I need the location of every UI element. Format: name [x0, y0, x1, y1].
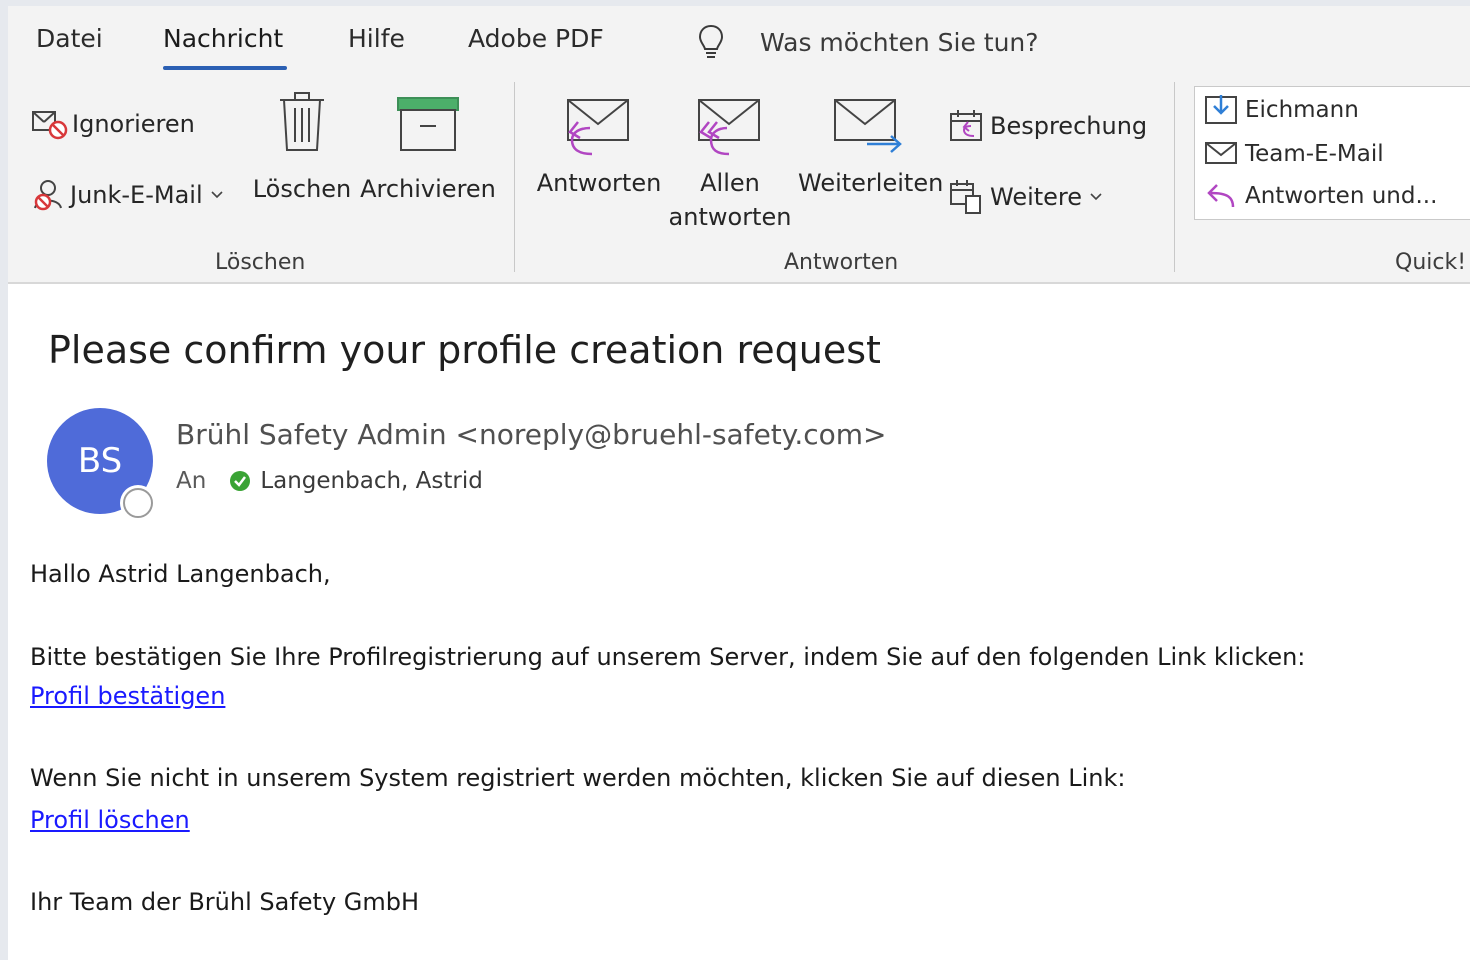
quick-step-team-mail[interactable]: Team-E-Mail	[1203, 137, 1384, 171]
chevron-down-icon	[211, 191, 223, 199]
delete-label: Löschen	[252, 175, 352, 203]
reply-all-label-line2: antworten	[668, 203, 792, 231]
ignore-label: Ignorieren	[72, 110, 195, 138]
confirm-profile-link[interactable]: Profil bestätigen	[30, 682, 225, 710]
presence-status-icon	[123, 488, 153, 518]
trash-icon	[280, 92, 324, 151]
group-label-respond: Antworten	[784, 250, 899, 275]
sender-address[interactable]: Brühl Safety Admin <noreply@bruehl-safet…	[176, 418, 887, 451]
move-to-folder-icon	[1205, 95, 1237, 124]
ignore-button[interactable]: Ignorieren	[30, 106, 195, 142]
outlook-message-window: Datei Nachricht Hilfe Adobe PDF Was möch…	[8, 6, 1470, 960]
junk-mail-label: Junk-E-Mail	[70, 181, 203, 209]
message-subject: Please confirm your profile creation req…	[48, 328, 881, 372]
group-separator	[1174, 82, 1175, 272]
tell-me-text: Was möchten Sie tun?	[760, 27, 1039, 57]
reply-arrow-icon	[1207, 184, 1235, 208]
forward-button[interactable]: Weiterleiten	[798, 96, 944, 200]
signature-text: Ihr Team der Brühl Safety GmbH	[30, 888, 420, 916]
delete-button[interactable]: Löschen	[252, 90, 352, 206]
tab-datei[interactable]: Datei	[36, 24, 103, 53]
reply-all-icon	[698, 99, 760, 156]
archive-label: Archivieren	[360, 175, 496, 203]
quick-steps-gallery: Eichmann Team-E-Mail Antworten und...	[1194, 86, 1470, 220]
group-label-quick-steps: Quick!	[1395, 250, 1467, 275]
body-paragraph-delete: Wenn Sie nicht in unserem System registr…	[30, 764, 1126, 792]
recipient-line: An Langenbach, Astrid	[176, 468, 483, 494]
quick-step-label: Antworten und...	[1245, 183, 1438, 209]
greeting-text: Hallo Astrid Langenbach,	[30, 560, 331, 588]
lightbulb-icon	[698, 24, 724, 58]
to-label: An	[176, 468, 207, 494]
reply-all-button[interactable]: Allen antworten	[668, 96, 792, 234]
body-paragraph-confirm: Bitte bestätigen Sie Ihre Profilregistri…	[30, 643, 1306, 671]
junk-mail-icon	[34, 180, 62, 211]
meeting-button[interactable]: Besprechung	[948, 108, 1147, 144]
tab-adobe-pdf[interactable]: Adobe PDF	[468, 24, 604, 53]
ignore-icon	[32, 111, 68, 140]
available-status-icon	[230, 471, 251, 491]
reply-icon	[567, 99, 629, 156]
reply-button[interactable]: Antworten	[534, 96, 664, 200]
reply-all-label-line1: Allen	[700, 169, 760, 197]
ribbon-tab-bar: Datei Nachricht Hilfe Adobe PDF Was möch…	[8, 6, 1470, 78]
tab-hilfe[interactable]: Hilfe	[348, 24, 405, 53]
tell-me-search[interactable]: Was möchten Sie tun?	[696, 22, 1039, 62]
ribbon: Ignorieren Junk-E-Mail Löschen Archivier…	[8, 78, 1470, 286]
envelope-icon	[1205, 142, 1237, 164]
junk-mail-button[interactable]: Junk-E-Mail	[30, 176, 225, 214]
delete-profile-link[interactable]: Profil löschen	[30, 806, 190, 834]
group-label-delete: Löschen	[215, 250, 306, 275]
quick-step-eichmann[interactable]: Eichmann	[1203, 93, 1359, 127]
tab-nachricht[interactable]: Nachricht	[163, 24, 288, 70]
group-separator	[514, 82, 515, 272]
chevron-down-icon	[1090, 193, 1102, 201]
forward-icon	[834, 99, 902, 153]
recipient-name[interactable]: Langenbach, Astrid	[260, 468, 483, 494]
more-respond-label: Weitere	[990, 183, 1083, 211]
quick-step-label: Team-E-Mail	[1245, 141, 1384, 167]
meeting-label: Besprechung	[990, 112, 1148, 140]
archive-icon	[397, 97, 459, 151]
message-reading-pane: Please confirm your profile creation req…	[8, 284, 1470, 960]
archive-button[interactable]: Archivieren	[358, 90, 498, 206]
more-respond-button[interactable]: Weitere	[948, 178, 1104, 216]
calendar-reply-icon	[950, 110, 982, 141]
more-respond-icon	[950, 180, 981, 214]
avatar-initials: BS	[77, 441, 123, 481]
quick-step-reply-and[interactable]: Antworten und...	[1203, 179, 1437, 213]
quick-step-label: Eichmann	[1245, 97, 1359, 123]
forward-label: Weiterleiten	[798, 169, 944, 197]
reply-label: Antworten	[536, 169, 662, 197]
